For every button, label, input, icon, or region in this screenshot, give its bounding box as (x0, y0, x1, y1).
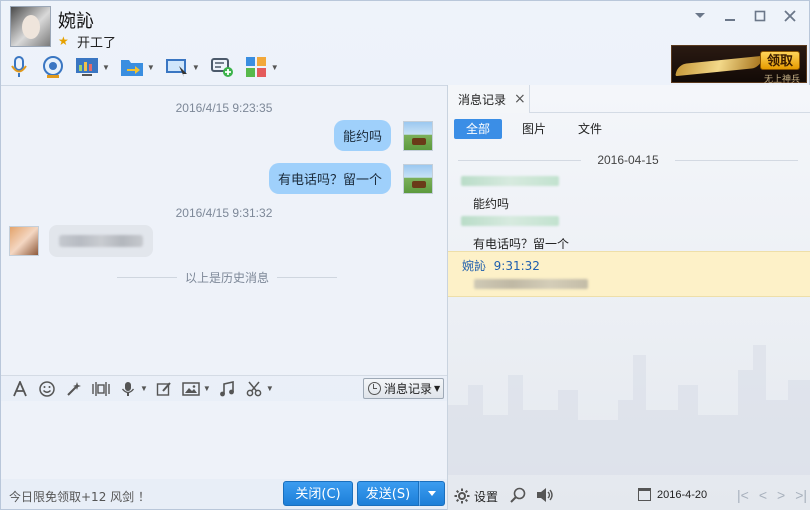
close-icon[interactable] (779, 7, 801, 25)
history-divider: 以上是历史消息 (117, 269, 338, 286)
message-bubble[interactable]: 能约吗 (333, 120, 391, 151)
sword-image (675, 55, 763, 77)
message-outgoing: 能约吗 (333, 120, 433, 151)
chevron-down-icon[interactable] (689, 7, 711, 25)
filter-all[interactable]: 全部 (454, 119, 503, 139)
contact-status: 开工了 (77, 36, 117, 51)
speaker-icon[interactable] (536, 487, 554, 506)
input-toolbar: ▼ ▼ ▼ 消息记录 ▼ (1, 375, 447, 401)
last-page-icon[interactable]: >| (795, 487, 807, 503)
chevron-down-icon[interactable]: ▼ (147, 63, 155, 72)
chevron-down-icon (428, 491, 436, 496)
star-icon: ★ (58, 34, 69, 48)
history-pagination: |< < > >| (737, 487, 807, 503)
contact-avatar[interactable] (10, 6, 51, 47)
history-record-text[interactable]: 能约吗 (473, 195, 509, 212)
message-timestamp: 2016/4/15 9:31:32 (175, 206, 273, 220)
blurred-sender (461, 176, 559, 186)
scissors-icon[interactable] (243, 379, 265, 399)
history-footer: 设置 2016-4-20 |< < > >| (448, 481, 810, 510)
chevron-down-icon[interactable]: ▼ (102, 63, 110, 72)
history-record-text[interactable]: 有电话吗？留一个 (473, 235, 569, 252)
chevron-down-icon[interactable]: ▼ (203, 384, 211, 393)
search-icon[interactable] (510, 487, 526, 506)
close-icon[interactable]: × (514, 91, 526, 107)
screen-share-icon[interactable] (165, 55, 189, 79)
history-date-picker[interactable]: 2016-4-20 (638, 488, 707, 501)
magic-wand-icon[interactable] (63, 379, 85, 399)
history-divider-label: 以上是历史消息 (185, 271, 270, 285)
tab-label: 消息记录 (458, 92, 507, 107)
close-button[interactable]: 关闭(C) (283, 481, 353, 506)
screenshot-frame-icon[interactable] (90, 379, 112, 399)
promo-text[interactable]: 今日限免领取+12 风剑 ！ (9, 488, 150, 505)
minimize-icon[interactable] (719, 7, 741, 25)
history-date-value: 2016-4-20 (657, 488, 708, 501)
skyline-background (448, 345, 810, 475)
file-transfer-icon[interactable] (120, 55, 144, 79)
my-avatar[interactable] (403, 163, 433, 194)
chat-toolbar: ▼ ▼ ▼ ▼ (7, 53, 289, 81)
contact-name[interactable]: 婉訫 (58, 7, 94, 33)
blurred-text (474, 279, 588, 289)
message-bubble-blurred[interactable] (49, 225, 153, 257)
chat-window: 婉訫 ★ 开工了 ▼ ▼ ▼ ▼ 领取 无上神兵 2016/4/15 9:23:… (0, 0, 810, 510)
history-record-sender: 婉訫 9:31:32 (462, 259, 540, 273)
remote-screen-icon[interactable] (75, 55, 99, 79)
video-camera-icon[interactable] (41, 55, 65, 79)
maximize-icon[interactable] (749, 7, 771, 25)
calendar-icon (638, 488, 651, 501)
font-icon[interactable] (9, 379, 31, 399)
history-date: 2016-04-15 (597, 153, 659, 167)
send-button[interactable]: 发送(S) (357, 481, 419, 506)
promo-subtitle: 无上神兵 (763, 74, 800, 84)
prev-page-icon[interactable]: < (759, 487, 767, 503)
settings-button[interactable]: 设置 (454, 488, 498, 505)
window-controls (689, 7, 801, 25)
add-app-icon[interactable] (210, 55, 234, 79)
chevron-down-icon[interactable]: ▼ (192, 63, 200, 72)
history-tabbar: 消息记录 × (448, 85, 810, 113)
message-history-label: 消息记录 (384, 382, 433, 396)
history-date-separator: 2016-04-15 (458, 153, 799, 167)
message-input[interactable] (1, 401, 447, 479)
claim-button[interactable]: 领取 (760, 51, 800, 70)
chat-header: 婉訫 ★ 开工了 ▼ ▼ ▼ ▼ 领取 无上神兵 (1, 1, 809, 85)
gear-icon (454, 488, 470, 504)
clock-icon (368, 382, 381, 395)
blurred-sender (461, 216, 559, 226)
message-history-button[interactable]: 消息记录 ▼ (363, 378, 444, 399)
message-area[interactable]: 2016/4/15 9:23:35 能约吗 有电话吗？留一个 2016/4/15… (1, 85, 447, 375)
message-incoming (9, 225, 153, 257)
message-bubble[interactable]: 有电话吗？留一个 (268, 163, 391, 194)
image-icon[interactable] (180, 379, 202, 399)
next-page-icon[interactable]: > (777, 487, 785, 503)
music-icon[interactable] (216, 379, 238, 399)
microphone-icon[interactable] (117, 379, 139, 399)
filter-files[interactable]: 文件 (566, 119, 614, 139)
history-filters: 全部 图片 文件 (454, 119, 622, 139)
emoji-icon[interactable] (36, 379, 58, 399)
chevron-down-icon: ▼ (434, 384, 441, 393)
settings-label: 设置 (474, 489, 499, 504)
contact-avatar-small[interactable] (9, 226, 39, 256)
history-record-selected[interactable]: 婉訫 9:31:32 (448, 251, 810, 297)
filter-images[interactable]: 图片 (510, 119, 558, 139)
history-panel: 消息记录 × 全部 图片 文件 2016-04-15 能约吗 有电话吗？留一个 … (447, 85, 810, 510)
chevron-down-icon[interactable]: ▼ (266, 384, 274, 393)
my-avatar[interactable] (403, 120, 433, 151)
chevron-down-icon[interactable]: ▼ (140, 384, 148, 393)
chevron-down-icon[interactable]: ▼ (271, 63, 279, 72)
send-options-button[interactable] (419, 481, 445, 506)
tab-message-history[interactable]: 消息记录 × (448, 85, 530, 113)
blurred-text (59, 235, 143, 247)
message-outgoing: 有电话吗？留一个 (268, 163, 433, 194)
microphone-icon[interactable] (7, 55, 31, 79)
apps-grid-icon[interactable] (244, 55, 268, 79)
message-timestamp: 2016/4/15 9:23:35 (175, 101, 273, 115)
footer-bar: 今日限免领取+12 风剑 ！ 关闭(C) 发送(S) (1, 479, 447, 510)
first-page-icon[interactable]: |< (737, 487, 749, 503)
promo-banner[interactable]: 领取 无上神兵 (671, 45, 807, 84)
edit-icon[interactable] (153, 379, 175, 399)
